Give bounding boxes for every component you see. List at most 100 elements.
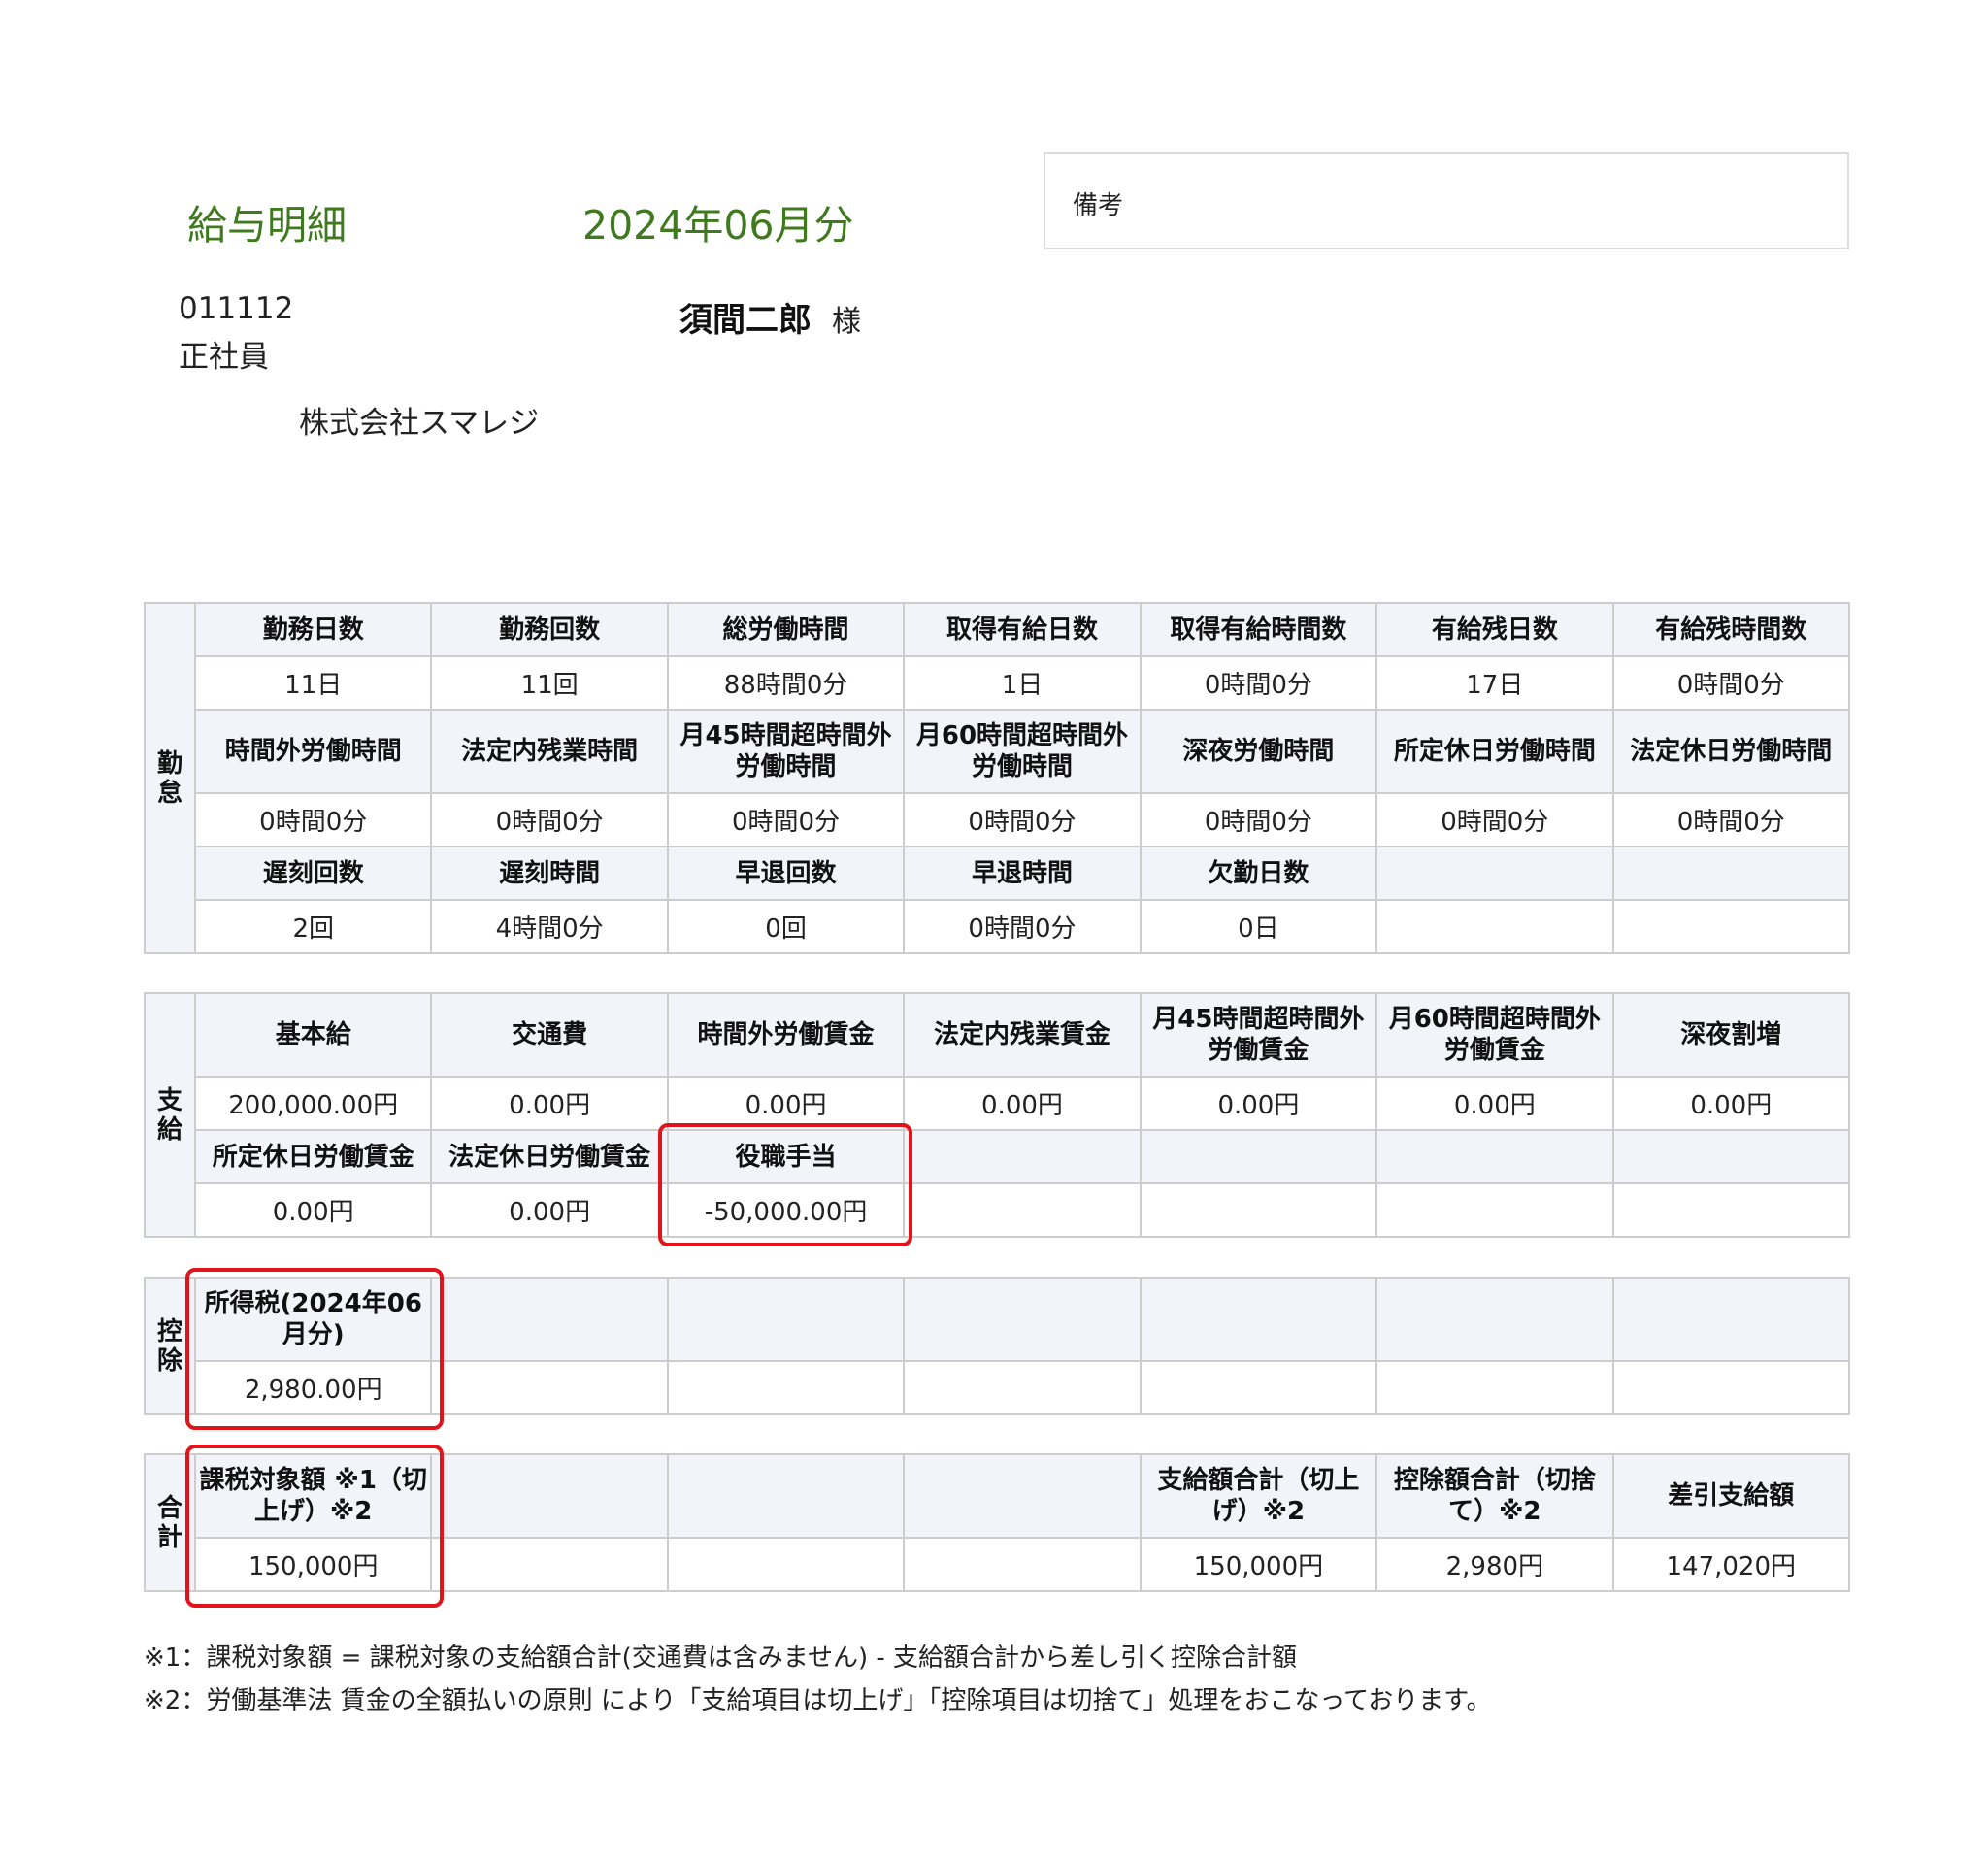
ded-value: [1611, 1360, 1851, 1415]
att-header: 早退時間: [903, 846, 1142, 901]
highlight-position-allowance: [658, 1123, 912, 1246]
pay-header: [1375, 1129, 1614, 1184]
att-header: 有給残時間数: [1611, 602, 1851, 657]
ded-header: [1375, 1277, 1614, 1362]
att-value: 0時間0分: [903, 899, 1142, 954]
att-header: 欠勤日数: [1139, 846, 1378, 901]
att-value: 4時間0分: [430, 899, 669, 954]
att-header: 勤務回数: [430, 602, 669, 657]
att-value: 0日: [1139, 899, 1378, 954]
tot-value: 147,020円: [1611, 1537, 1851, 1592]
pay-value: 0.00円: [193, 1182, 433, 1238]
pay-header: 法定内残業賃金: [903, 992, 1142, 1078]
footnote-1: ※1：課税対象額 = 課税対象の支給額合計(交通費は含みません) - 支給額合計…: [144, 1644, 1298, 1673]
pay-value: 0.00円: [666, 1076, 906, 1131]
honorific: 様: [832, 305, 861, 339]
pay-value: 0.00円: [903, 1076, 1142, 1131]
pay-header: [1611, 1129, 1851, 1184]
tot-value: [666, 1537, 906, 1592]
footnote-2: ※2：労働基準法 賃金の全額払いの原則 により「支給項目は切上げ」「控除項目は切…: [144, 1686, 1492, 1715]
payslip-title: 給与明細: [187, 202, 347, 249]
memo-label: 備考: [1073, 191, 1124, 220]
employee-code: 011112: [179, 291, 294, 326]
att-header: 遅刻時間: [430, 846, 669, 901]
payments-table: 支 給 基本給 交通費 時間外労働賃金 法定内残業賃金 月45時間超時間外労働賃…: [144, 992, 1851, 1238]
ded-header: [1611, 1277, 1851, 1362]
att-header: 月45時間超時間外労働時間: [666, 709, 906, 794]
pay-header: 法定休日労働賃金: [430, 1129, 669, 1184]
att-value: [1611, 899, 1851, 954]
pay-value: [1375, 1182, 1614, 1238]
att-value: 0時間0分: [1611, 655, 1851, 711]
pay-value: 0.00円: [430, 1076, 669, 1131]
att-value: 0時間0分: [193, 792, 433, 847]
tot-header: 支給額合計（切上げ）※2: [1139, 1453, 1378, 1539]
employee-type: 正社員: [179, 340, 269, 375]
tot-header: 控除額合計（切捨て）※2: [1375, 1453, 1614, 1539]
att-header: 総労働時間: [666, 602, 906, 657]
pay-value: 200,000.00円: [193, 1076, 433, 1131]
att-header: 深夜労働時間: [1139, 709, 1378, 794]
att-header: [1375, 846, 1614, 901]
pay-value: [903, 1182, 1142, 1238]
pay-header: 交通費: [430, 992, 669, 1078]
pay-header: [903, 1129, 1142, 1184]
att-value: 0時間0分: [903, 792, 1142, 847]
att-value: 11日: [193, 655, 433, 711]
att-header: 有給残日数: [1375, 602, 1614, 657]
pay-header: 基本給: [193, 992, 433, 1078]
att-header: 法定内残業時間: [430, 709, 669, 794]
att-value: 0時間0分: [1139, 792, 1378, 847]
att-value: 1日: [903, 655, 1142, 711]
ded-value: [1139, 1360, 1378, 1415]
pay-header: 時間外労働賃金: [666, 992, 906, 1078]
att-header: 所定休日労働時間: [1375, 709, 1614, 794]
att-value: 0回: [666, 899, 906, 954]
pay-header: 所定休日労働賃金: [193, 1129, 433, 1184]
tot-header: 差引支給額: [1611, 1453, 1851, 1539]
pay-value: 0.00円: [1611, 1076, 1851, 1131]
tot-value: [903, 1537, 1142, 1592]
company-name: 株式会社スマレジ: [299, 406, 540, 441]
pay-period: 2024年06月分: [582, 202, 854, 249]
att-value: 0時間0分: [430, 792, 669, 847]
ded-header: [430, 1277, 669, 1362]
tot-header: [430, 1453, 669, 1539]
pay-value: [1139, 1182, 1378, 1238]
highlight-taxable-amount: [185, 1445, 444, 1608]
att-value: 0時間0分: [666, 792, 906, 847]
att-value: 11回: [430, 655, 669, 711]
ded-value: [430, 1360, 669, 1415]
att-header: 勤務日数: [193, 602, 433, 657]
att-header: 法定休日労働時間: [1611, 709, 1851, 794]
attendance-table: 勤 怠 勤務日数 勤務回数 総労働時間 取得有給日数 取得有給時間数 有給残日数…: [144, 602, 1851, 954]
att-header: [1611, 846, 1851, 901]
att-value: [1375, 899, 1614, 954]
pay-value: 0.00円: [430, 1182, 669, 1238]
att-value: 0時間0分: [1375, 792, 1614, 847]
pay-value: [1611, 1182, 1851, 1238]
att-header: 早退回数: [666, 846, 906, 901]
ded-header: [903, 1277, 1142, 1362]
pay-header: [1139, 1129, 1378, 1184]
ded-value: [666, 1360, 906, 1415]
highlight-income-tax: [185, 1268, 444, 1430]
att-value: 2回: [193, 899, 433, 954]
tot-value: [430, 1537, 669, 1592]
pay-header: 月45時間超時間外労働賃金: [1139, 992, 1378, 1078]
memo-box: 備考: [1044, 152, 1849, 249]
att-header: 遅刻回数: [193, 846, 433, 901]
att-header: 取得有給日数: [903, 602, 1142, 657]
ded-value: [1375, 1360, 1614, 1415]
tot-header: [666, 1453, 906, 1539]
att-value: 0時間0分: [1139, 655, 1378, 711]
att-value: 88時間0分: [666, 655, 906, 711]
tot-value: 2,980円: [1375, 1537, 1614, 1592]
att-header: 取得有給時間数: [1139, 602, 1378, 657]
att-header: 時間外労働時間: [193, 709, 433, 794]
att-value: 0時間0分: [1611, 792, 1851, 847]
tot-value: 150,000円: [1139, 1537, 1378, 1592]
tot-header: [903, 1453, 1142, 1539]
pay-value: 0.00円: [1139, 1076, 1378, 1131]
att-value: 17日: [1375, 655, 1614, 711]
